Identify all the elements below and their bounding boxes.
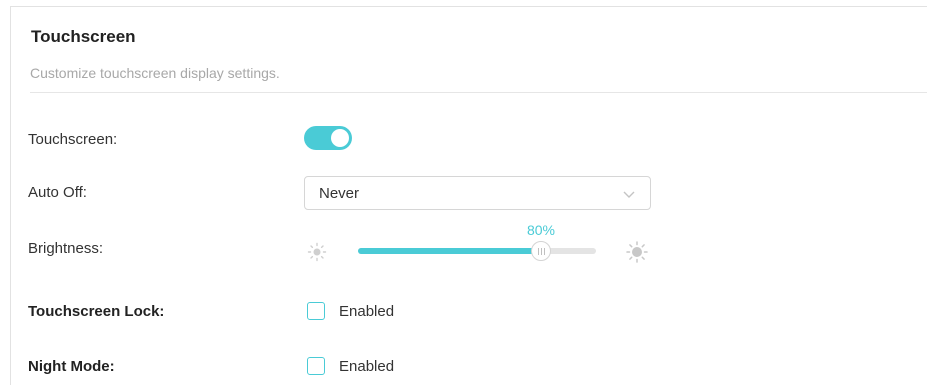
- chevron-down-icon: [623, 191, 635, 198]
- auto-off-label: Auto Off:: [28, 184, 87, 201]
- touchscreen-lock-enabled-label: Enabled: [339, 302, 395, 320]
- touchscreen-lock-checkbox[interactable]: [307, 302, 325, 320]
- brightness-slider-fill: [358, 248, 541, 254]
- section-subtitle: Customize touchscreen display settings.: [30, 65, 280, 81]
- sun-low-icon: [307, 242, 327, 262]
- sun-high-icon: [626, 241, 648, 263]
- touchscreen-lock-option[interactable]: Enabled: [307, 302, 394, 320]
- brightness-slider[interactable]: [358, 241, 596, 261]
- night-mode-option[interactable]: Enabled: [307, 357, 394, 375]
- brightness-slider-thumb[interactable]: [531, 241, 551, 261]
- night-mode-checkbox[interactable]: [307, 357, 325, 375]
- night-mode-enabled-label: Enabled: [339, 357, 395, 375]
- brightness-label: Brightness:: [28, 240, 104, 257]
- auto-off-select[interactable]: Never: [304, 176, 651, 210]
- touchscreen-toggle[interactable]: [304, 126, 352, 150]
- touchscreen-label: Touchscreen:: [28, 131, 118, 148]
- touchscreen-lock-label: Touchscreen Lock:: [28, 303, 165, 320]
- night-mode-label: Night Mode:: [28, 358, 115, 375]
- section-divider: [30, 92, 927, 93]
- section-title: Touchscreen: [31, 27, 136, 46]
- toggle-knob: [331, 129, 349, 147]
- brightness-value: 80%: [526, 222, 556, 238]
- auto-off-selected-value: Never: [319, 185, 360, 202]
